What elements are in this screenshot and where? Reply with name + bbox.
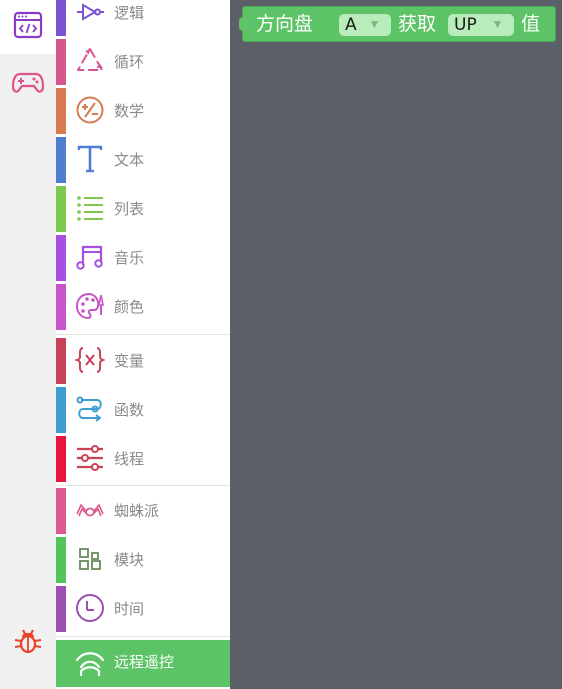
category-function[interactable]: 函数 [56, 387, 230, 433]
block-text-suffix: 值 [521, 13, 541, 35]
block-text-middle: 获取 [398, 13, 437, 35]
joystick-get-block[interactable]: 方向盘 A ▼ 获取 UP ▼ 值 [239, 6, 556, 42]
category-label: 蜘蛛派 [114, 502, 160, 520]
category-color[interactable]: 颜色 [56, 284, 230, 330]
block-category-toolbox: 逻辑 循环 数学 文本 列表 音乐 颜色 变量 函数 线程 蜘蛛派 模块 时间 … [56, 0, 230, 689]
category-color-bar [56, 284, 66, 330]
dropdown-arrow-icon: ▼ [371, 20, 378, 30]
module-grid-icon [74, 543, 106, 575]
remote-signal-icon [74, 646, 106, 678]
category-list[interactable]: 列表 [56, 186, 230, 232]
category-label: 数学 [114, 102, 145, 120]
toolbox-divider [56, 636, 230, 637]
category-loop[interactable]: 循环 [56, 39, 230, 85]
spider-icon [74, 494, 106, 526]
category-label: 列表 [114, 200, 145, 218]
category-color-bar [56, 488, 66, 534]
toolbox-divider [56, 334, 230, 335]
category-label: 循环 [114, 53, 145, 71]
category-color-bar [56, 137, 66, 183]
sliders-icon [74, 442, 106, 474]
category-text[interactable]: 文本 [56, 137, 230, 183]
list-icon [74, 192, 106, 224]
category-color-bar [56, 586, 66, 632]
category-label: 时间 [114, 600, 145, 618]
toolbox-divider [56, 485, 230, 486]
block-text-prefix: 方向盘 [256, 13, 314, 35]
code-editor-button[interactable] [0, 0, 56, 54]
category-color-bar [56, 88, 66, 134]
category-label: 文本 [114, 151, 145, 169]
category-time[interactable]: 时间 [56, 586, 230, 632]
category-color-bar [56, 39, 66, 85]
category-label: 音乐 [114, 249, 145, 267]
category-logic[interactable]: 逻辑 [56, 0, 230, 36]
gamepad-button[interactable] [0, 60, 56, 110]
clock-icon [74, 592, 106, 624]
category-label: 逻辑 [114, 4, 145, 22]
category-music[interactable]: 音乐 [56, 235, 230, 281]
loop-icon [74, 45, 106, 77]
category-color-bar [56, 235, 66, 281]
category-color-bar [56, 0, 66, 36]
category-module[interactable]: 模块 [56, 537, 230, 583]
category-color-bar [56, 387, 66, 433]
button-dropdown-value: UP [454, 15, 477, 35]
gamepad-icon [11, 70, 45, 100]
joystick-dropdown-value: A [345, 15, 357, 35]
math-icon [74, 94, 106, 126]
logic-gate-icon [74, 0, 106, 28]
category-color-bar [56, 338, 66, 384]
category-thread[interactable]: 线程 [56, 436, 230, 482]
dropdown-arrow-icon: ▼ [494, 20, 501, 30]
category-spiderpi[interactable]: 蜘蛛派 [56, 488, 230, 534]
category-color-bar [56, 436, 66, 482]
activity-rail [0, 0, 56, 689]
variable-icon [74, 344, 106, 376]
category-math[interactable]: 数学 [56, 88, 230, 134]
music-note-icon [74, 241, 106, 273]
category-variable[interactable]: 变量 [56, 338, 230, 384]
category-label: 颜色 [114, 298, 145, 316]
category-label: 远程遥控 [114, 653, 175, 671]
category-label: 变量 [114, 352, 145, 370]
palette-icon [74, 290, 106, 322]
debug-button[interactable] [0, 618, 56, 668]
category-color-bar [56, 186, 66, 232]
function-icon [74, 393, 106, 425]
category-remote-control[interactable]: 远程遥控 [56, 640, 230, 687]
category-label: 线程 [114, 450, 145, 468]
code-window-icon [13, 10, 43, 44]
category-label: 模块 [114, 551, 145, 569]
joystick-dropdown[interactable]: A ▼ [339, 14, 391, 36]
button-dropdown[interactable]: UP ▼ [448, 14, 514, 36]
category-label: 函数 [114, 401, 145, 419]
block-connector [239, 17, 249, 31]
bug-icon [13, 626, 43, 660]
text-icon [74, 143, 106, 175]
category-color-bar [56, 537, 66, 583]
